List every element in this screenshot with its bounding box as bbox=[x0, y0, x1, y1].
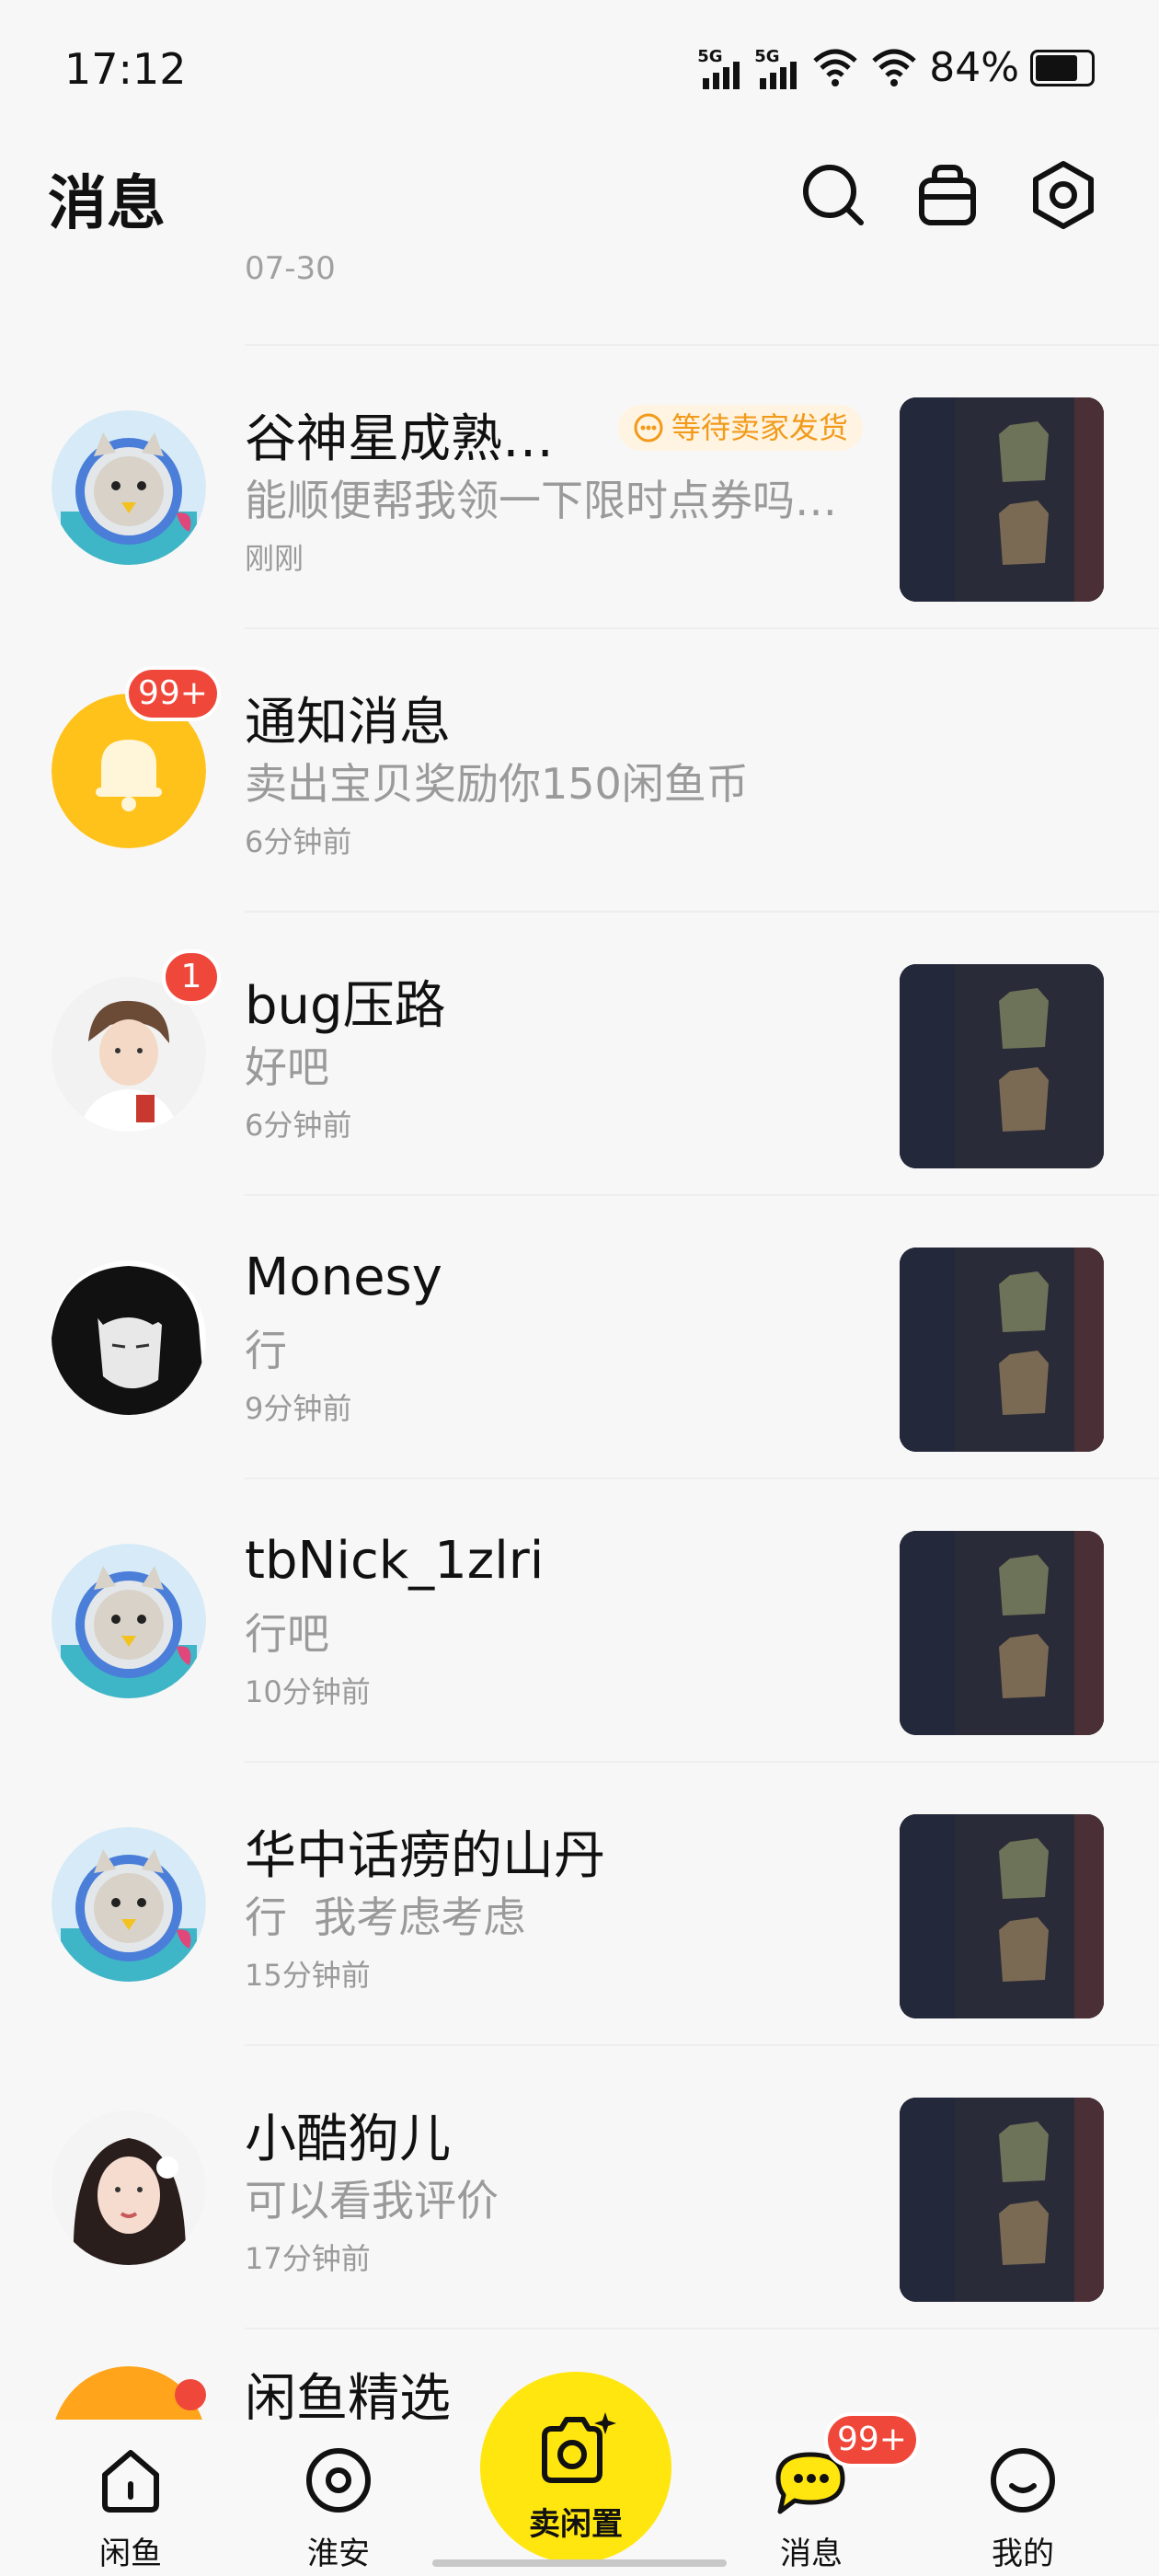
tab-messages[interactable]: 99+ 消息 bbox=[729, 2412, 920, 2576]
wifi-icon bbox=[872, 49, 916, 86]
profile-smile-icon bbox=[991, 2448, 1055, 2513]
conversation-name: 小酷狗儿 bbox=[245, 2110, 451, 2169]
search-icon[interactable] bbox=[797, 158, 870, 232]
item-thumbnail bbox=[900, 964, 1104, 1168]
tab-home[interactable]: 闲鱼 bbox=[48, 2420, 213, 2576]
conversation-message: 好吧 bbox=[245, 1042, 329, 1092]
page-title: 消息 bbox=[48, 170, 166, 238]
tab-local[interactable]: 淮安 bbox=[256, 2420, 421, 2576]
conversation-item[interactable]: Monesy 行 9分钟前 bbox=[0, 1196, 1159, 1478]
page-header: 消息 bbox=[0, 138, 1159, 258]
home-indicator bbox=[432, 2559, 727, 2567]
avatar bbox=[52, 2110, 206, 2265]
conversation-item[interactable]: 谷神星成熟… 等待卖家发货 能顺便帮我领一下限时点券吗… 刚刚 bbox=[0, 346, 1159, 627]
battery-icon bbox=[1030, 49, 1095, 86]
cellular-signal-icon: 5G bbox=[697, 47, 743, 89]
conversation-message: 可以看我评价 bbox=[245, 2176, 499, 2225]
status-indicators: 5G 5G 84% bbox=[697, 44, 1095, 91]
unread-badge: 1 bbox=[162, 949, 221, 1005]
conversation-name: 华中话痨的山丹 bbox=[245, 1826, 605, 1886]
conversation-name: 闲鱼精选 bbox=[245, 2369, 451, 2420]
conversation-time: 刚刚 bbox=[245, 541, 304, 576]
tab-label: 闲鱼 bbox=[99, 2536, 162, 2572]
chat-dots-icon bbox=[634, 413, 663, 443]
previous-item-time: 07-30 bbox=[245, 250, 336, 287]
conversation-time: 6分钟前 bbox=[245, 1108, 352, 1143]
location-icon bbox=[306, 2448, 371, 2513]
conversation-name: Monesy bbox=[245, 1248, 442, 1307]
wifi-icon bbox=[813, 49, 857, 86]
battery-percent: 84% bbox=[929, 44, 1019, 91]
conversation-item[interactable]: tbNick_1zlri 行吧 10分钟前 bbox=[0, 1479, 1159, 1761]
item-thumbnail bbox=[900, 1814, 1104, 2018]
conversation-item[interactable]: 小酷狗儿 可以看我评价 17分钟前 bbox=[0, 2046, 1159, 2328]
tab-label: 我的 bbox=[992, 2536, 1054, 2572]
sell-button[interactable]: 卖闲置 bbox=[480, 2372, 671, 2563]
conversation-message: 能顺便帮我领一下限时点券吗… bbox=[245, 476, 837, 525]
conversation-name: tbNick_1zlri bbox=[245, 1531, 545, 1591]
avatar bbox=[52, 1260, 206, 1415]
conversation-item[interactable]: 华中话痨的山丹 行 我考虑考虑 15分钟前 bbox=[0, 1763, 1159, 2044]
conversation-item[interactable]: 1 bug压路 好吧 6分钟前 bbox=[0, 913, 1159, 1194]
conversation-item[interactable]: 99+ 通知消息 卖出宝贝奖励你150闲鱼币 6分钟前 bbox=[0, 629, 1159, 911]
conversation-message: 卖出宝贝奖励你150闲鱼币 bbox=[245, 759, 749, 809]
item-thumbnail bbox=[900, 1248, 1104, 1452]
conversation-name: bug压路 bbox=[245, 976, 446, 1036]
conversation-time: 10分钟前 bbox=[245, 1674, 371, 1709]
item-thumbnail bbox=[900, 2098, 1104, 2302]
conversation-message: 行 bbox=[245, 1326, 287, 1375]
avatar bbox=[52, 1827, 206, 1982]
camera-sparkle-icon bbox=[542, 2412, 616, 2483]
unread-badge: 99+ bbox=[125, 666, 221, 721]
conversation-time: 17分钟前 bbox=[245, 2241, 371, 2276]
unread-badge: 99+ bbox=[824, 2412, 920, 2467]
home-icon bbox=[102, 2450, 159, 2513]
status-bar: 17:12 5G 5G 84% bbox=[0, 0, 1159, 138]
unread-dot bbox=[175, 2379, 206, 2410]
tab-label: 消息 bbox=[780, 2536, 843, 2572]
item-thumbnail bbox=[900, 397, 1104, 602]
avatar bbox=[52, 410, 206, 565]
status-badge: 等待卖家发货 bbox=[618, 405, 864, 451]
conversation-time: 15分钟前 bbox=[245, 1958, 371, 1993]
conversation-name: 通知消息 bbox=[245, 693, 451, 753]
tab-profile[interactable]: 我的 bbox=[940, 2420, 1106, 2576]
avatar bbox=[52, 1544, 206, 1698]
status-time: 17:12 bbox=[64, 44, 187, 94]
conversation-message: 行吧 bbox=[245, 1609, 329, 1659]
conversation-time: 9分钟前 bbox=[245, 1391, 352, 1426]
cellular-signal-icon: 5G bbox=[754, 47, 800, 89]
settings-icon[interactable] bbox=[1027, 158, 1100, 232]
sell-label: 卖闲置 bbox=[529, 2506, 623, 2543]
tab-label: 淮安 bbox=[307, 2536, 370, 2572]
item-thumbnail bbox=[900, 1531, 1104, 1735]
conversation-name: 谷神星成熟… bbox=[245, 409, 554, 469]
conversation-message: 行 我考虑考虑 bbox=[245, 1892, 526, 1942]
shop-bag-icon[interactable] bbox=[911, 158, 984, 232]
conversation-time: 6分钟前 bbox=[245, 824, 352, 859]
